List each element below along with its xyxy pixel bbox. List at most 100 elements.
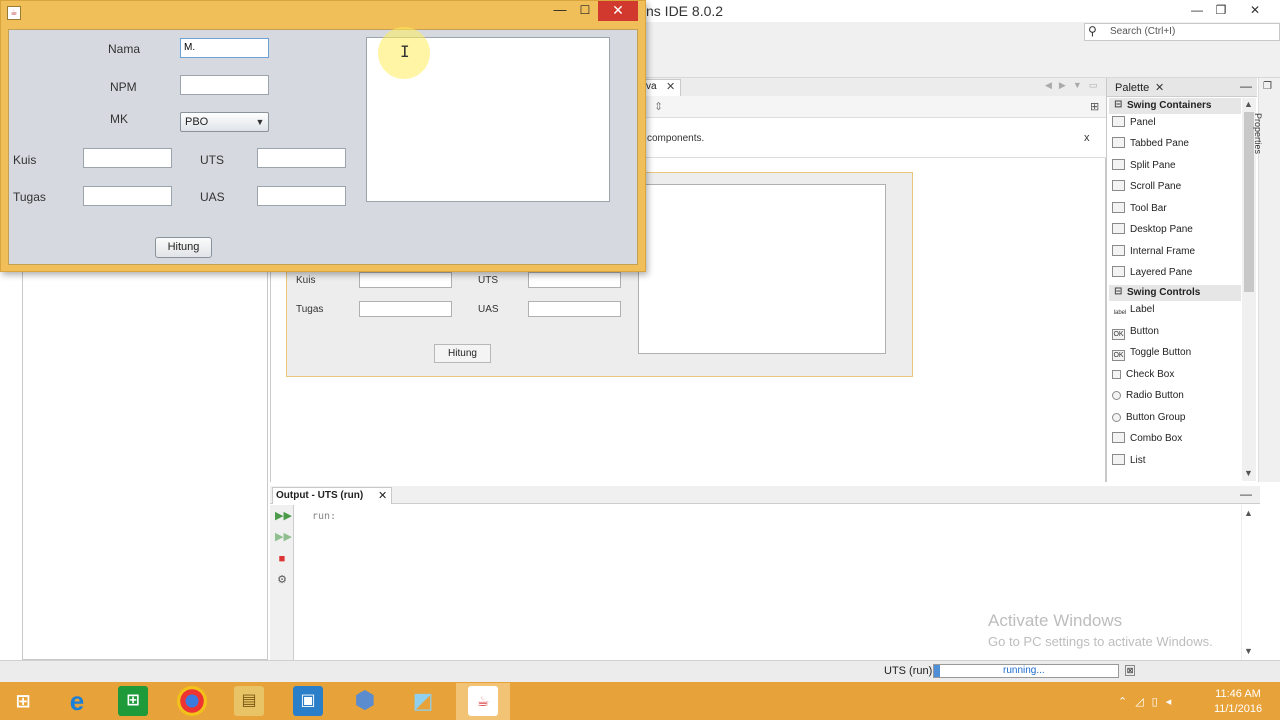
palette-title[interactable]: Palette: [1115, 82, 1149, 94]
internet-explorer-icon[interactable]: e: [62, 686, 92, 716]
palette-item-button-group[interactable]: Button Group: [1112, 409, 1185, 427]
palette-item-layered-pane[interactable]: Layered Pane: [1112, 264, 1192, 282]
palette-item-panel[interactable]: Panel: [1112, 114, 1156, 132]
editor-tab-close-icon[interactable]: ✕: [666, 80, 675, 93]
scroll-up-icon[interactable]: ▲: [1244, 508, 1253, 518]
label-uas: UAS: [200, 190, 225, 204]
palette-item-label[interactable]: label Label: [1112, 301, 1155, 319]
designer-label-uts[interactable]: UTS: [478, 275, 498, 286]
designer-textarea[interactable]: [638, 184, 886, 354]
hitung-button[interactable]: Hitung: [155, 237, 212, 258]
stop-icon[interactable]: ■: [275, 552, 289, 566]
system-tray-icon[interactable]: ⌃◿▯◂: [1118, 695, 1179, 708]
designer-field-uas[interactable]: [528, 301, 621, 317]
rerun-icon[interactable]: ▶▶: [275, 509, 292, 523]
dialog-maximize-button[interactable]: ☐: [573, 2, 597, 20]
store-icon[interactable]: ⊞: [118, 686, 148, 716]
layered-pane-icon: [1112, 266, 1125, 277]
label-tugas: Tugas: [13, 190, 46, 204]
projects-panel: [22, 270, 268, 660]
remote-desktop-icon[interactable]: ▣: [293, 686, 323, 716]
cancel-process-icon[interactable]: ⊠: [1125, 665, 1135, 676]
java-icon[interactable]: ☕: [468, 686, 498, 716]
start-windows-icon[interactable]: ⊞: [8, 686, 38, 716]
chevron-down-icon[interactable]: ▼: [253, 114, 267, 130]
text-cursor-icon: I: [400, 42, 410, 61]
tab-scroll-arrows-icon[interactable]: ◀▶▼▭: [1045, 80, 1104, 91]
palette-category-swing-containers[interactable]: Swing Containers: [1109, 98, 1241, 114]
chrome-icon[interactable]: [177, 686, 207, 716]
ide-minimize-button[interactable]: —: [1184, 2, 1210, 20]
palette-item-toggle-button[interactable]: OK Toggle Button: [1112, 344, 1191, 362]
dialog-close-button[interactable]: ✕: [598, 1, 638, 21]
palette-item-split-pane[interactable]: Split Pane: [1112, 157, 1176, 175]
palette-item-scroll-pane[interactable]: Scroll Pane: [1112, 178, 1181, 196]
palette-item-radio-button[interactable]: Radio Button: [1112, 387, 1184, 405]
palette-item-internal-frame[interactable]: Internal Frame: [1112, 243, 1195, 261]
java-app-icon[interactable]: ☕: [7, 6, 21, 20]
palette-item-desktop-pane[interactable]: Desktop Pane: [1112, 221, 1193, 239]
palette-item-label: Combo Box: [1130, 433, 1183, 444]
palette-item-label: Label: [1130, 304, 1155, 315]
virtualbox-icon[interactable]: ⬢: [350, 686, 380, 716]
scroll-down-icon[interactable]: ▼: [1244, 468, 1253, 478]
nama-field[interactable]: M.: [180, 38, 269, 58]
output-close-icon[interactable]: ✕: [378, 489, 387, 502]
output-minimize-icon[interactable]: —: [1240, 487, 1252, 501]
palette-item-button[interactable]: OK Button: [1112, 323, 1159, 341]
restore-window-icon[interactable]: ❐: [1263, 81, 1272, 92]
palette-item-list[interactable]: List: [1112, 452, 1146, 470]
palette-item-combo-box[interactable]: Combo Box: [1112, 430, 1182, 448]
tugas-field[interactable]: [83, 186, 172, 206]
palette-category-swing-controls[interactable]: Swing Controls: [1109, 285, 1241, 301]
npm-field[interactable]: [180, 75, 269, 95]
properties-side-tab[interactable]: Properties: [1253, 113, 1263, 154]
palette-item-label: Internal Frame: [1130, 246, 1196, 257]
label-uts: UTS: [200, 153, 224, 167]
dialog-minimize-button[interactable]: —: [548, 2, 572, 20]
designer-field-uts[interactable]: [528, 272, 621, 288]
palette-category-label: Swing Controls: [1127, 287, 1201, 298]
progress-text: running...: [1003, 665, 1045, 676]
designer-label-kuis[interactable]: Kuis: [296, 275, 315, 286]
notepad-icon[interactable]: ◩: [408, 686, 438, 716]
palette-item-label: Split Pane: [1130, 160, 1176, 171]
settings-icon[interactable]: ⚙: [275, 573, 289, 587]
designer-label-uas[interactable]: UAS: [478, 304, 499, 315]
clock-time[interactable]: 11:46 AM: [1208, 688, 1268, 700]
uts-field[interactable]: [257, 148, 346, 168]
palette-item-tool-bar[interactable]: Tool Bar: [1112, 200, 1167, 218]
button-icon: OK: [1112, 329, 1125, 340]
ide-close-button[interactable]: ✕: [1242, 2, 1268, 20]
kuis-field[interactable]: [83, 148, 172, 168]
label-npm: NPM: [110, 80, 137, 94]
ide-restore-button[interactable]: ❐: [1208, 2, 1234, 20]
editor-tab-label: va: [646, 81, 657, 92]
scroll-down-icon[interactable]: ▼: [1244, 646, 1253, 656]
panel-icon: [1112, 116, 1125, 127]
file-explorer-icon[interactable]: ▤: [234, 686, 264, 716]
output-scrollbar[interactable]: [1241, 505, 1256, 660]
palette-minimize-icon[interactable]: —: [1240, 79, 1252, 93]
check-box-icon: [1112, 370, 1121, 379]
designer-field-tugas[interactable]: [359, 301, 452, 317]
collapse-icon[interactable]: ⊟: [1114, 286, 1122, 297]
palette-item-label: List: [1130, 455, 1146, 466]
designer-field-kuis[interactable]: [359, 272, 452, 288]
align-icon[interactable]: ⇕: [654, 100, 663, 113]
palette-item-label: Button Group: [1126, 412, 1186, 423]
grid-icon[interactable]: ⊞: [1090, 100, 1099, 113]
designer-label-tugas[interactable]: Tugas: [296, 304, 323, 315]
uas-field[interactable]: [257, 186, 346, 206]
rerun-with-params-icon[interactable]: ▶▶: [275, 530, 292, 544]
label-kuis: Kuis: [13, 153, 37, 167]
clock-date[interactable]: 11/1/2016: [1208, 703, 1268, 715]
palette-close-icon[interactable]: ✕: [1155, 81, 1164, 94]
palette-item-label: Panel: [1130, 117, 1156, 128]
palette-item-tabbed-pane[interactable]: Tabbed Pane: [1112, 135, 1189, 153]
palette-item-check-box[interactable]: Check Box: [1112, 366, 1174, 384]
info-close-button[interactable]: x: [1084, 132, 1090, 144]
collapse-icon[interactable]: ⊟: [1114, 99, 1122, 110]
designer-hitung-button[interactable]: Hitung: [434, 344, 491, 363]
scroll-up-icon[interactable]: ▲: [1244, 99, 1253, 109]
